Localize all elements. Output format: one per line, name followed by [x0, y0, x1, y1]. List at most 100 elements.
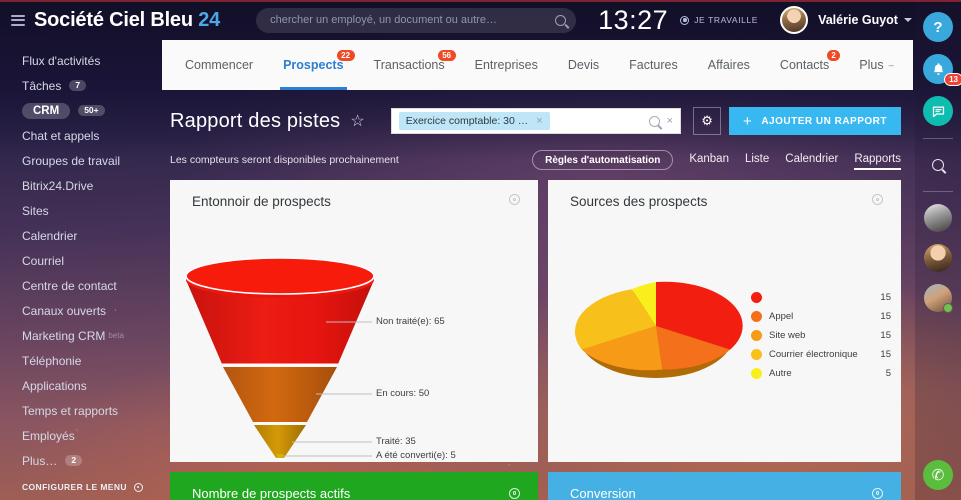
tab-label: Devis — [567, 58, 600, 72]
view-rapports[interactable]: Rapports — [854, 153, 901, 170]
view-liste[interactable]: Liste — [745, 153, 769, 168]
sidebar-item-bitrix24-drive[interactable]: Bitrix24.Drive — [0, 173, 160, 198]
sidebar-item-plus[interactable]: Plus… 2 — [0, 448, 160, 473]
chat-button[interactable] — [923, 96, 953, 126]
tab-badge: 56 — [436, 49, 457, 62]
sidebar-item-centre-de-contact[interactable]: Centre de contact — [0, 273, 160, 298]
global-search[interactable] — [256, 7, 577, 33]
gear-icon[interactable] — [509, 487, 520, 499]
tab-contacts[interactable]: Contacts 2 — [765, 40, 844, 90]
rail-divider — [923, 138, 953, 139]
sidebar-item-crm[interactable]: CRM 50+ — [0, 98, 160, 123]
tab-affaires[interactable]: Affaires — [693, 40, 765, 90]
funnel-chart-svg — [185, 257, 375, 458]
sidebar-item-label: Employés — [22, 428, 75, 443]
sidebar-item-applications[interactable]: Applications — [0, 373, 160, 398]
active-leads-panel[interactable]: Nombre de prospects actifs — [170, 472, 538, 500]
view-kanban[interactable]: Kanban — [689, 153, 729, 168]
contact-avatar-1[interactable] — [924, 204, 952, 232]
rail-search-button[interactable] — [923, 151, 953, 179]
contact-avatar-2[interactable] — [924, 244, 952, 272]
rail-divider — [923, 191, 953, 192]
legend-value: 15 — [880, 330, 891, 341]
sidebar-item-badge: 2 — [65, 454, 83, 467]
sidebar-item-label: Tâches — [22, 78, 62, 93]
legend-item[interactable]: Appel 15 — [751, 307, 891, 326]
tab-label: Affaires — [707, 58, 750, 72]
legend-item[interactable]: Courrier électronique 15 — [751, 345, 891, 364]
gear-icon[interactable] — [872, 194, 883, 205]
avatar[interactable] — [780, 6, 809, 34]
close-icon[interactable]: × — [536, 115, 542, 127]
tab-transactions[interactable]: Transactions 56 — [359, 40, 460, 90]
legend-item[interactable]: Autre 5 — [751, 364, 891, 383]
user-name[interactable]: Valérie Guyot — [818, 13, 898, 27]
sidebar-item-label: Applications — [22, 378, 87, 393]
sidebar-item-marketing-crm[interactable]: Marketing CRM beta — [0, 323, 160, 348]
sidebar-item-flux-d-activit-s[interactable]: Flux d'activités — [0, 48, 160, 73]
contact-avatar-3[interactable] — [924, 284, 953, 313]
sidebar-item-label: Sites — [22, 203, 49, 218]
working-status-label: JE TRAVAILLE — [694, 15, 759, 25]
tab-commencer[interactable]: Commencer — [170, 40, 268, 90]
tab-plus[interactable]: Plus – — [844, 40, 908, 90]
add-report-button[interactable]: + AJOUTER UN RAPPORT — [729, 107, 901, 135]
sidebar-item-groupes-de-travail[interactable]: Groupes de travail — [0, 148, 160, 173]
search-icon — [555, 14, 567, 26]
legend-color-swatch — [751, 349, 762, 360]
configure-menu-button[interactable]: CONFIGURER LE MENU — [22, 482, 143, 492]
tab-label: Prospects — [283, 58, 344, 72]
tab-factures[interactable]: Factures — [614, 40, 693, 90]
portal-logo[interactable]: Société Ciel Bleu 24 — [34, 9, 220, 32]
sidebar-item-employ-s[interactable]: Employés — [0, 423, 160, 448]
legend-item[interactable]: Site web 15 — [751, 326, 891, 345]
favorite-star-icon[interactable]: ☆ — [350, 111, 364, 131]
chevron-down-icon[interactable] — [903, 18, 912, 22]
working-status[interactable]: JE TRAVAILLE — [680, 15, 758, 25]
legend-color-swatch — [751, 368, 762, 379]
call-button[interactable]: ✆ — [923, 460, 953, 490]
legend-color-swatch — [751, 311, 762, 322]
help-button[interactable]: ? — [923, 12, 953, 42]
tab-entreprises[interactable]: Entreprises — [460, 40, 553, 90]
left-sidebar: Flux d'activités Tâches 7 CRM 50+ Chat et app… — [0, 40, 160, 500]
tab-label: Contacts — [779, 58, 830, 72]
automation-rules-button[interactable]: Règles d'automatisation — [532, 150, 674, 170]
sidebar-item-calendrier[interactable]: Calendrier — [0, 223, 160, 248]
gear-icon[interactable] — [872, 487, 883, 499]
chat-icon — [932, 106, 944, 117]
sidebar-item-courriel[interactable]: Courriel — [0, 248, 160, 273]
tab-badge: 22 — [335, 49, 356, 62]
search-input[interactable] — [270, 14, 556, 26]
view-calendrier[interactable]: Calendrier — [785, 153, 838, 168]
view-list: Kanban Liste Calendrier Rapports — [689, 153, 901, 170]
notifications-button[interactable]: 13 — [923, 54, 961, 86]
tab-prospects[interactable]: Prospects 22 — [268, 40, 358, 90]
sidebar-item-canaux-ouverts[interactable]: Canaux ouverts — [0, 298, 160, 323]
legend-item[interactable]: 15 — [751, 288, 891, 307]
chevron-down-icon: – — [888, 60, 894, 70]
menu-toggle-icon[interactable] — [11, 12, 25, 28]
gear-icon[interactable] — [509, 194, 520, 205]
filter-clear-icon[interactable]: × — [667, 115, 673, 127]
legend-value: 5 — [885, 368, 891, 379]
conversion-panel[interactable]: Conversion — [548, 472, 901, 500]
settings-button[interactable]: ⚙ — [693, 107, 722, 135]
sidebar-item-chat-et-appels[interactable]: Chat et appels — [0, 123, 160, 148]
funnel-panel-title: Entonnoir de prospects — [192, 194, 331, 209]
sidebar-item-label: Bitrix24.Drive — [22, 178, 94, 193]
app-window: Société Ciel Bleu 24 13:27 JE TRAVAILLE … — [0, 0, 961, 500]
filter-chip[interactable]: Exercice comptable: 30 … × — [398, 112, 550, 130]
crm-tab-list: Commencer Prospects 22 Transactions 56 Entrep… — [170, 40, 909, 90]
sidebar-item-label: Téléphonie — [22, 353, 82, 368]
sidebar-item-t-ches[interactable]: Tâches 7 — [0, 73, 160, 98]
filter-search-icon[interactable] — [648, 115, 660, 127]
funnel-panel: Entonnoir de prospects Non traité(e): 65… — [170, 180, 538, 462]
sidebar-item-sites[interactable]: Sites — [0, 198, 160, 223]
tab-devis[interactable]: Devis — [553, 40, 614, 90]
sidebar-item-temps-et-rapports[interactable]: Temps et rapports — [0, 398, 160, 423]
sidebar-item-t-l-phonie[interactable]: Téléphonie — [0, 348, 160, 373]
sidebar-item-label: Centre de contact — [22, 278, 117, 293]
pie-legend: 15 Appel 15 Site web 15 Courrier électronique… — [751, 288, 891, 383]
filter-bar[interactable]: Exercice comptable: 30 … × × — [390, 108, 682, 134]
